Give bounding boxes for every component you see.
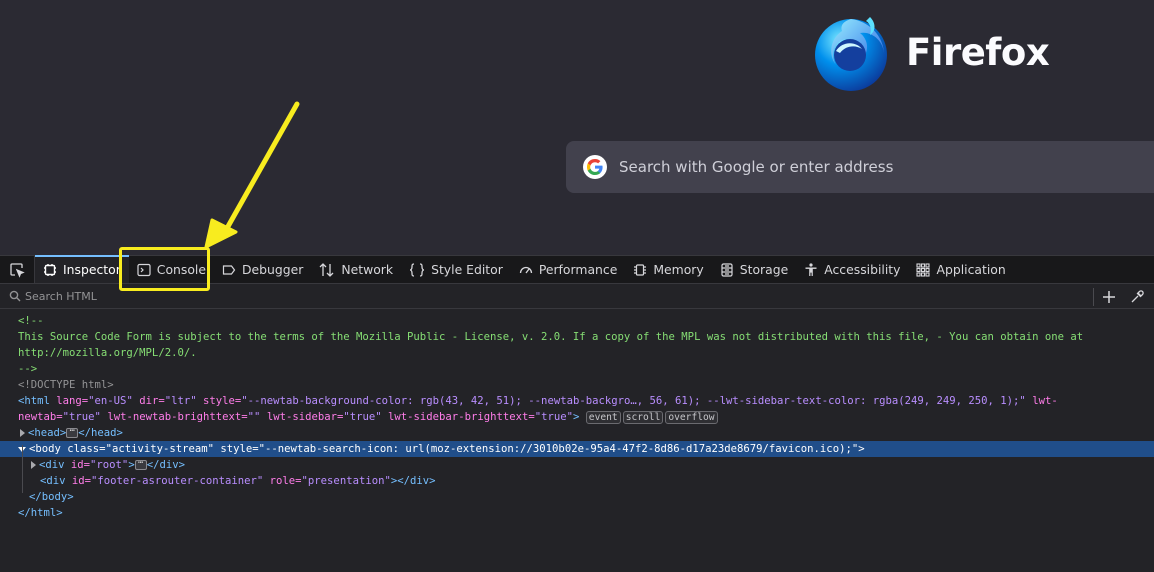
tab-label: Style Editor (431, 262, 503, 277)
tab-label: Memory (653, 262, 704, 277)
firefox-brand: Firefox (810, 10, 1050, 94)
search-html-input[interactable]: Search HTML (25, 290, 97, 303)
overflow-badge[interactable]: overflow (665, 411, 718, 424)
expand-twisty-icon[interactable] (20, 429, 25, 437)
element-picker-icon (10, 262, 25, 278)
application-icon (916, 262, 931, 277)
address-search-box[interactable]: Search with Google or enter address (566, 141, 1154, 193)
markup-root-div-node[interactable]: <div id="root"> ⋯ </div> (0, 457, 1154, 473)
markup-comment-line: This Source Code Form is subject to the … (18, 331, 1084, 343)
tab-label: Inspector (63, 262, 121, 277)
tab-network[interactable]: Network (311, 256, 401, 283)
tab-debugger[interactable]: Debugger (214, 256, 311, 283)
markup-doctype-line[interactable]: <!DOCTYPE html> (0, 377, 1154, 393)
tab-label: Performance (538, 262, 618, 277)
tab-inspector[interactable]: Inspector (35, 255, 129, 283)
new-tab-page: Firefox Search with Google or enter addr… (0, 0, 1154, 255)
tab-label: Application (936, 262, 1006, 277)
debugger-icon (222, 264, 236, 275)
collapsed-children-icon[interactable]: ⋯ (66, 427, 79, 438)
inspector-icon (44, 263, 56, 276)
style-editor-icon (409, 262, 425, 277)
tree-indent-guide (22, 445, 23, 493)
search-icon (9, 290, 21, 302)
tab-label: Network (341, 262, 394, 277)
markup-html-node-continued[interactable]: newtab="true" lwt-newtab-brighttext="" l… (0, 409, 1154, 425)
markup-head-node[interactable]: <head> ⋯ </head> (0, 425, 1154, 441)
google-icon (583, 155, 607, 179)
tab-label: Accessibility (824, 262, 901, 277)
network-icon (319, 262, 334, 277)
event-badge[interactable]: event (585, 411, 621, 424)
markup-footer-div-node[interactable]: <div id="footer-asrouter-container" role… (0, 473, 1154, 489)
markup-html-node[interactable]: <html lang="en-US" dir="ltr" style="--ne… (0, 393, 1154, 409)
tab-performance[interactable]: Performance (511, 256, 626, 283)
firefox-logo-icon (815, 17, 887, 91)
markup-search-actions (1093, 284, 1144, 309)
markup-comment-line: <!-- (18, 315, 44, 327)
markup-html-close[interactable]: </html> (0, 505, 1154, 521)
expand-twisty-icon[interactable] (31, 461, 36, 469)
tab-label: Debugger (241, 262, 304, 277)
tab-memory[interactable]: Memory (625, 256, 711, 283)
toolbar-divider (1093, 287, 1094, 306)
collapsed-children-icon[interactable]: ⋯ (134, 459, 147, 470)
tab-style-editor[interactable]: Style Editor (401, 256, 511, 283)
tab-label: Storage (739, 262, 789, 277)
scroll-badge[interactable]: scroll (622, 411, 664, 424)
devtools-panel: Inspector Console Debugger Network Style… (0, 255, 1154, 572)
eyedropper-icon[interactable] (1130, 289, 1144, 304)
accessibility-icon (805, 262, 817, 276)
markup-body-close[interactable]: </body> (0, 489, 1154, 505)
tab-storage[interactable]: Storage (712, 256, 796, 283)
element-picker-button[interactable] (0, 256, 35, 283)
markup-view: <!-- This Source Code Form is subject to… (0, 309, 1154, 521)
storage-icon (721, 262, 733, 277)
firefox-wordmark: Firefox (906, 30, 1050, 74)
markup-comment-line: http://mozilla.org/MPL/2.0/. (18, 347, 197, 359)
add-node-icon[interactable] (1102, 290, 1116, 304)
markup-body-node-selected[interactable]: <body class="activity-stream" style="--n… (0, 441, 1154, 457)
tab-application[interactable]: Application (908, 256, 1013, 283)
performance-icon (519, 266, 532, 273)
tab-accessibility[interactable]: Accessibility (796, 256, 908, 283)
address-search-placeholder: Search with Google or enter address (619, 158, 894, 176)
memory-icon (634, 263, 647, 276)
annotation-highlight-console (119, 247, 210, 291)
markup-comment-line: --> (18, 363, 38, 375)
